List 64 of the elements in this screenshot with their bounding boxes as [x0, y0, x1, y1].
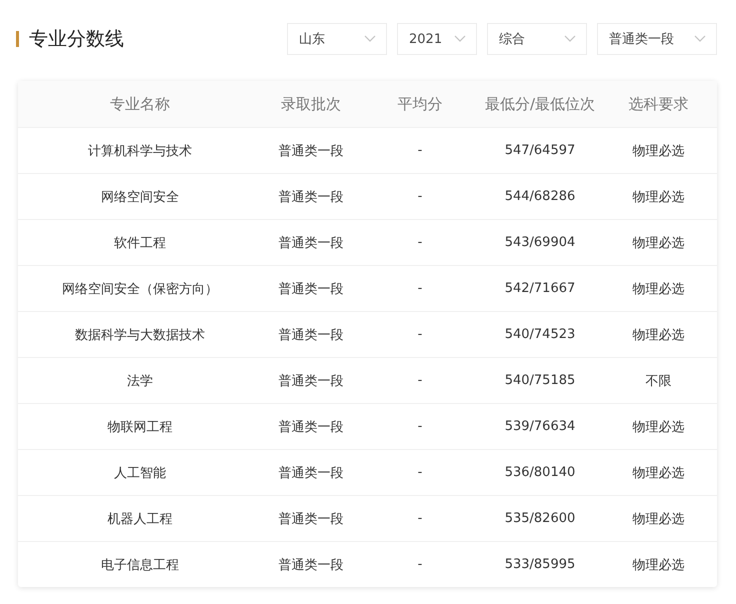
table-cell-text: 543/69904 — [504, 235, 576, 250]
section-title: 专业分数线 — [29, 27, 124, 52]
filter-dropdown[interactable]: 普通类一段 — [597, 23, 717, 55]
table-cell-text: 数据科学与大数据技术 — [74, 326, 206, 344]
table-cell-text: 540/75185 — [504, 373, 576, 388]
column-header: 专业名称 — [109, 94, 171, 114]
table-cell-text: 普通类一段 — [278, 326, 344, 344]
table-cell-text: - — [416, 143, 424, 158]
table-cell-text: - — [416, 327, 424, 342]
table-cell-text: 普通类一段 — [278, 556, 344, 574]
table-cell-text: 网络空间安全（保密方向） — [61, 280, 219, 298]
chevron-down-icon — [564, 35, 576, 43]
table-cell-text: 普通类一段 — [278, 510, 344, 528]
table-cell-text: 547/64597 — [504, 143, 576, 158]
table-cell-text: 不限 — [644, 372, 672, 390]
filter-dropdown[interactable]: 综合 — [487, 23, 587, 55]
table-cell-text: 人工智能 — [113, 464, 167, 482]
table-cell-text: 网络空间安全 — [100, 188, 180, 206]
table-cell-text: - — [416, 373, 424, 388]
table-cell-text: 542/71667 — [504, 281, 576, 296]
table-cell-text: 物理必选 — [632, 464, 686, 482]
table-cell-text: 法学 — [126, 372, 154, 390]
table-cell-text: - — [416, 281, 424, 296]
table-cell-text: 539/76634 — [504, 419, 576, 434]
table-cell-text: 软件工程 — [113, 234, 167, 252]
table-cell-text: 普通类一段 — [278, 372, 344, 390]
table-cell-text: 540/74523 — [504, 327, 576, 342]
table-cell-text: 535/82600 — [504, 511, 576, 526]
column-header: 最低分/最低位次 — [484, 94, 596, 114]
table-cell-text: - — [416, 419, 424, 434]
table-cell-text: 普通类一段 — [278, 188, 344, 206]
column-header: 平均分 — [396, 94, 444, 114]
table-cell-text: 544/68286 — [504, 189, 576, 204]
table-cell-text: 计算机科学与技术 — [87, 142, 193, 160]
table-cell-text: 物理必选 — [632, 418, 686, 436]
table-cell-text: - — [416, 235, 424, 250]
table-cell-text: - — [416, 511, 424, 526]
chevron-down-icon — [454, 35, 466, 43]
table-cell-text: - — [416, 557, 424, 572]
chevron-down-icon — [364, 35, 376, 43]
table-cell-text: 物理必选 — [632, 234, 686, 252]
filter-dropdown[interactable]: 2021 — [397, 23, 477, 55]
column-header: 录取批次 — [280, 94, 342, 114]
table-cell-text: 机器人工程 — [106, 510, 174, 528]
table-cell-text: 普通类一段 — [278, 142, 344, 160]
table-cell-text: 536/80140 — [504, 465, 576, 480]
table-cell-text: 普通类一段 — [278, 418, 344, 436]
table-cell-text: 物理必选 — [632, 510, 686, 528]
table-cell-text: 物联网工程 — [106, 418, 174, 436]
table-cell-text: 物理必选 — [632, 142, 686, 160]
table-cell-text: 普通类一段 — [278, 280, 344, 298]
table-cell-text: - — [416, 465, 424, 480]
table-cell-text: 物理必选 — [632, 556, 686, 574]
table-cell-text: 普通类一段 — [278, 234, 344, 252]
table-cell-text: 物理必选 — [632, 188, 686, 206]
column-header: 选科要求 — [628, 94, 690, 114]
table-cell-text: 物理必选 — [632, 280, 686, 298]
table-cell-text: 电子信息工程 — [100, 556, 180, 574]
table-cell-text: 物理必选 — [632, 326, 686, 344]
filter-dropdown[interactable]: 山东 — [287, 23, 387, 55]
chevron-down-icon — [694, 35, 706, 43]
table-cell-text: 普通类一段 — [278, 464, 344, 482]
table-cell-text: 533/85995 — [504, 557, 576, 572]
table-cell-text: - — [416, 189, 424, 204]
